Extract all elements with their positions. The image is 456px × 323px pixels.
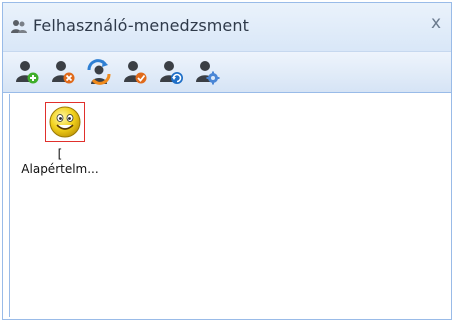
confirm-user-button[interactable] [121, 58, 149, 86]
add-user-button[interactable] [13, 58, 41, 86]
user-switch-icon [87, 59, 111, 85]
user-name-line2: Alapértelm... [21, 162, 99, 176]
user-name-line1: [ [57, 147, 63, 161]
user-management-window: Felhasználó-menedzsment x [Alapértelm..… [2, 2, 452, 320]
user-list-area: [ Alapértelm... [9, 94, 449, 317]
refresh-user-button[interactable] [157, 58, 185, 86]
close-button[interactable]: x [431, 13, 441, 33]
user-check-icon [124, 61, 147, 84]
delete-user-button[interactable] [49, 58, 77, 86]
user-delete-icon [52, 61, 75, 84]
user-settings-button[interactable] [193, 58, 221, 86]
users-icon [11, 20, 27, 33]
toolbar [3, 52, 451, 93]
user-avatar-selection[interactable] [45, 102, 85, 142]
user-add-icon [16, 61, 39, 84]
smiley-avatar-icon [49, 106, 81, 138]
user-settings-icon [196, 61, 220, 85]
user-refresh-icon [160, 61, 183, 84]
window-title: Felhasználó-menedzsment [33, 16, 249, 35]
switch-user-button[interactable] [85, 58, 113, 86]
title-bar: Felhasználó-menedzsment x [3, 3, 451, 52]
